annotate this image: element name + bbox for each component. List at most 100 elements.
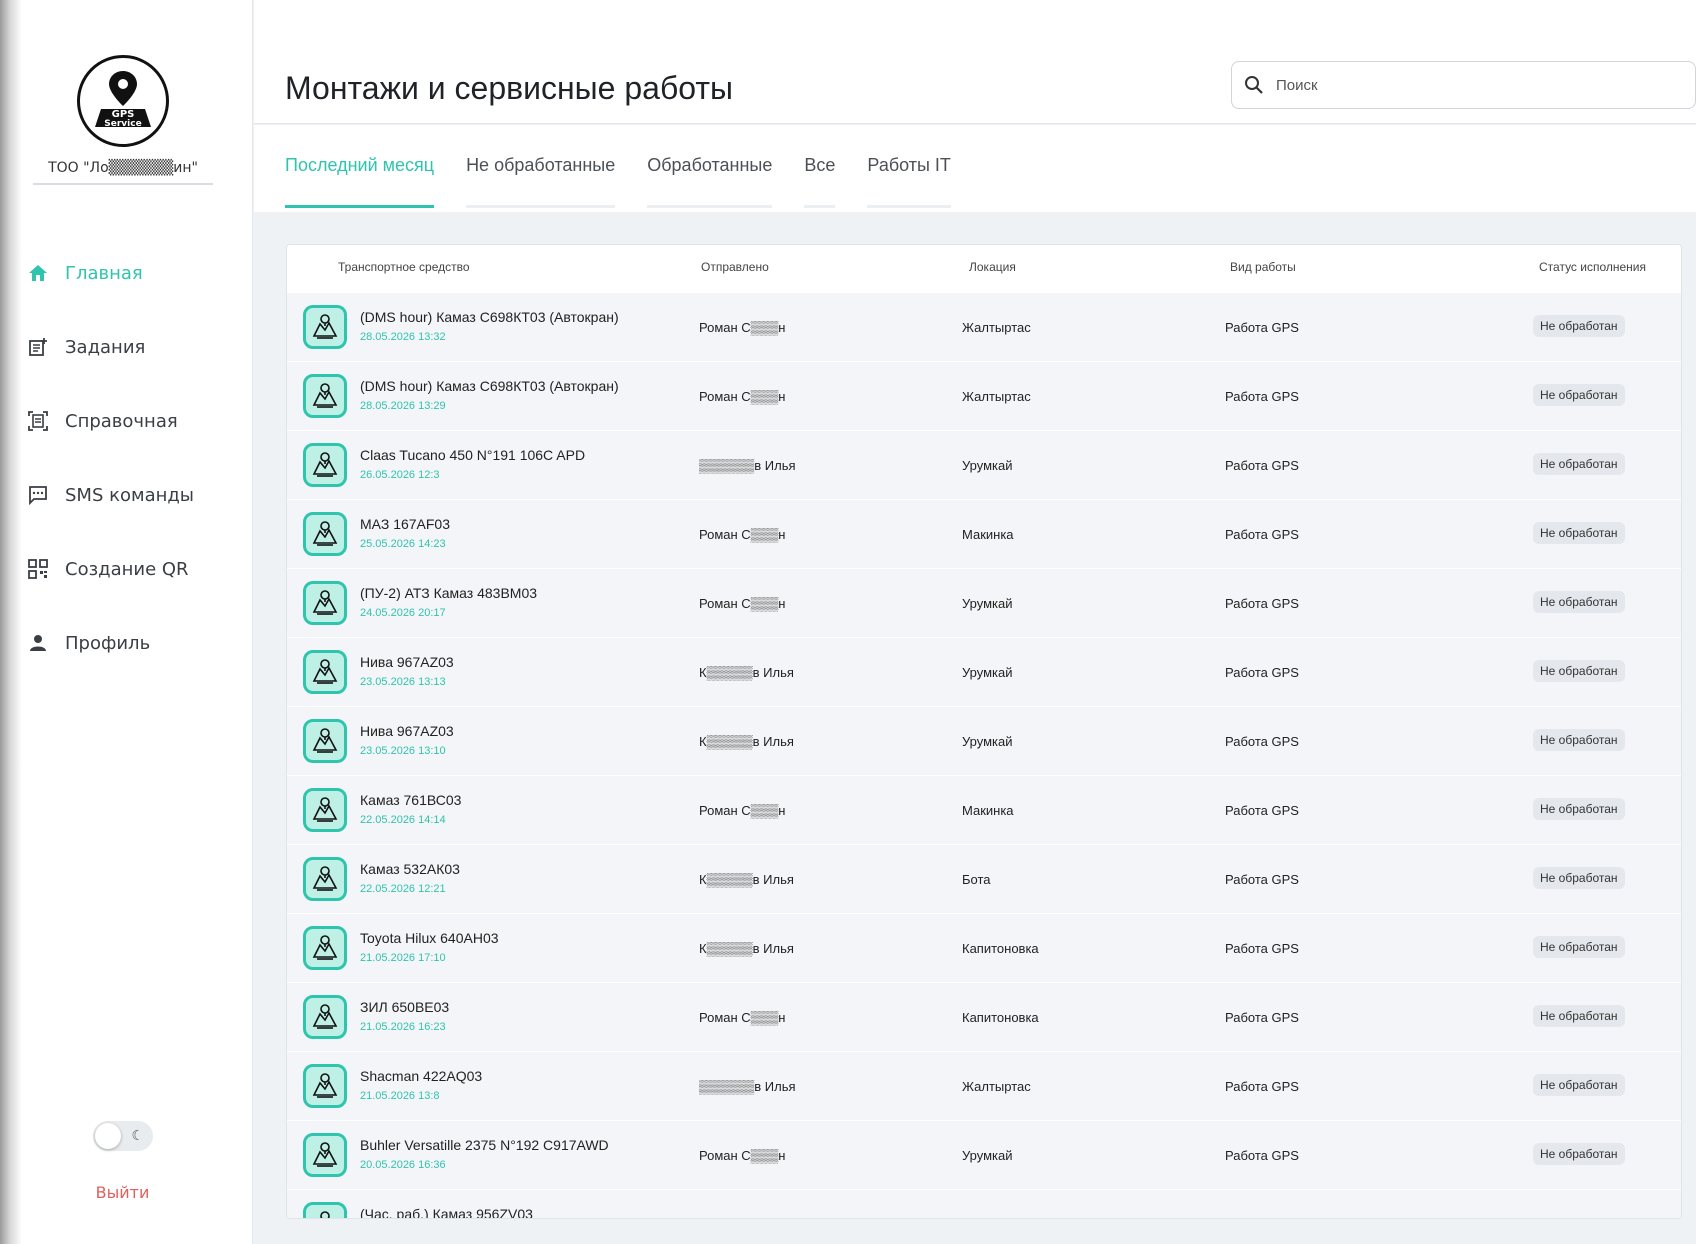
work-type: Работа GPS bbox=[1225, 803, 1299, 818]
sidebar-item-sms[interactable]: SMS команды bbox=[0, 458, 253, 532]
page-title: Монтажи и сервисные работы bbox=[285, 70, 734, 106]
location: Урумкай bbox=[962, 1148, 1013, 1163]
sidebar-item-home[interactable]: Главная bbox=[0, 236, 253, 310]
tab-unprocessed[interactable]: Не обработанные bbox=[466, 155, 616, 208]
vehicle-date: 21.05.2026 16:23 bbox=[360, 1021, 446, 1033]
table-row[interactable]: МАЗ 167AF03 25.05.2026 14:23 Роман С▒▒▒н Ма… bbox=[287, 499, 1681, 568]
vehicle-map-icon bbox=[303, 581, 347, 625]
table-row[interactable]: (DMS hour) Камаз С698КТ03 (Автокран) 28.0… bbox=[287, 361, 1681, 430]
vehicle-name: МАЗ 167AF03 bbox=[360, 516, 451, 532]
status-badge: Не обработан bbox=[1533, 798, 1625, 820]
sender-name: Роман С▒▒▒н bbox=[699, 389, 786, 404]
page-header: Монтажи и сервисные работы bbox=[254, 0, 1696, 124]
column-header-vehicle[interactable]: Транспортное средство bbox=[338, 260, 470, 274]
work-type: Работа GPS bbox=[1225, 320, 1299, 335]
column-header-sent[interactable]: Отправлено bbox=[701, 260, 769, 274]
table-row[interactable]: Камаз 532АК03 22.05.2026 12:21 К▒▒▒▒▒в Иль… bbox=[287, 844, 1681, 913]
vehicle-name: (DMS hour) Камаз С698КТ03 (Автокран) bbox=[360, 309, 619, 325]
sms-icon bbox=[27, 484, 49, 506]
work-type: Работа GPS bbox=[1225, 1148, 1299, 1163]
status-badge: Не обработан bbox=[1533, 453, 1625, 475]
vehicle-date: 21.05.2026 17:10 bbox=[360, 952, 446, 964]
work-type: Работа GPS bbox=[1225, 389, 1299, 404]
table-row[interactable]: (ПУ-2) АТЗ Камаз 483ВМ03 24.05.2026 20:17… bbox=[287, 568, 1681, 637]
table-row[interactable]: Buhler Versatille 2375 N°192 C917AWD 20.0… bbox=[287, 1120, 1681, 1189]
vehicle-name: (ПУ-2) АТЗ Камаз 483ВМ03 bbox=[360, 585, 538, 601]
sender-name: Роман С▒▒▒н bbox=[699, 1148, 786, 1163]
table-row[interactable]: Shacman 422AQ03 21.05.2026 13:8 ▒▒▒▒▒▒в Ил… bbox=[287, 1051, 1681, 1120]
vehicle-map-icon bbox=[303, 443, 347, 487]
status-badge: Не обработан bbox=[1533, 936, 1625, 958]
tasks-icon bbox=[27, 336, 49, 358]
location: Капитоновка bbox=[962, 1010, 1039, 1025]
table-row[interactable]: Камаз 761ВС03 22.05.2026 14:14 Роман С▒▒▒н… bbox=[287, 775, 1681, 844]
home-icon bbox=[27, 262, 49, 284]
vehicle-name: Камаз 532АК03 bbox=[360, 861, 460, 877]
sidebar-item-qr[interactable]: Создание QR bbox=[0, 532, 253, 606]
sender-name: Роман С▒▒▒н bbox=[699, 527, 786, 542]
location: Урумкай bbox=[962, 596, 1013, 611]
vehicle-name: Buhler Versatille 2375 N°192 C917AWD bbox=[360, 1137, 609, 1153]
status-badge: Не обработан bbox=[1533, 729, 1625, 751]
sidebar-item-tasks[interactable]: Задания bbox=[0, 310, 253, 384]
company-name: ТОО "Ло▒▒▒▒▒▒ин" bbox=[48, 160, 198, 176]
sidebar-item-label: Задания bbox=[65, 336, 146, 358]
search-icon bbox=[1245, 76, 1263, 94]
sidebar-item-reference[interactable]: Справочная bbox=[0, 384, 253, 458]
sidebar-item-label: Создание QR bbox=[65, 558, 189, 580]
table-row[interactable]: Toyota Hilux 640AH03 21.05.2026 17:10 К▒▒▒… bbox=[287, 913, 1681, 982]
vehicle-date: 26.05.2026 12:3 bbox=[360, 469, 440, 481]
logout-link[interactable]: Выйти bbox=[0, 1183, 245, 1202]
svg-text:Service: Service bbox=[104, 119, 141, 129]
work-type: Работа GPS bbox=[1225, 941, 1299, 956]
column-header-status[interactable]: Статус исполнения bbox=[1539, 260, 1646, 274]
gps-service-logo[interactable]: GPS Service bbox=[77, 55, 169, 147]
vehicle-name: (DMS hour) Камаз С698КТ03 (Автокран) bbox=[360, 378, 619, 394]
location: Жалтыртас bbox=[962, 389, 1031, 404]
vehicle-map-icon bbox=[303, 374, 347, 418]
location: Урумкай bbox=[962, 665, 1013, 680]
tab-it-works[interactable]: Работы IT bbox=[867, 155, 951, 208]
table-row[interactable]: Claas Tucano 450 N°191 106C APD 26.05.202… bbox=[287, 430, 1681, 499]
moon-icon: ☾ bbox=[131, 1128, 144, 1144]
reference-icon bbox=[27, 410, 49, 432]
status-badge: Не обработан bbox=[1533, 1005, 1625, 1027]
sender-name: Роман С▒▒▒н bbox=[699, 1010, 786, 1025]
sidebar: GPS Service ТОО "Ло▒▒▒▒▒▒ин" Главная Зад… bbox=[0, 0, 253, 1244]
vehicle-name: Нива 967AZ03 bbox=[360, 654, 454, 670]
table-body: (DMS hour) Камаз С698КТ03 (Автокран) 28.0… bbox=[287, 292, 1681, 1218]
search-input[interactable] bbox=[1276, 76, 1656, 94]
sidebar-item-profile[interactable]: Профиль bbox=[0, 606, 253, 680]
sender-name: К▒▒▒▒▒в Илья bbox=[699, 941, 794, 956]
work-type: Работа GPS bbox=[1225, 734, 1299, 749]
sender-name: К▒▒▒▒▒в Илья bbox=[699, 734, 794, 749]
column-header-location[interactable]: Локация bbox=[969, 260, 1016, 274]
vehicle-map-icon bbox=[303, 1202, 347, 1218]
sidebar-nav: Главная Задания Справочная SMS команды С… bbox=[0, 236, 253, 680]
work-type: Работа GPS bbox=[1225, 872, 1299, 887]
vehicle-date: 21.05.2026 13:8 bbox=[360, 1090, 440, 1102]
tab-last-month[interactable]: Последний месяц bbox=[285, 155, 435, 208]
table-row[interactable]: Нива 967AZ03 23.05.2026 13:13 К▒▒▒▒▒в Илья… bbox=[287, 637, 1681, 706]
vehicle-date: 20.05.2026 16:36 bbox=[360, 1159, 446, 1171]
table-row[interactable]: (DMS hour) Камаз С698КТ03 (Автокран) 28.0… bbox=[287, 292, 1681, 361]
table-row[interactable]: (Час. раб.) Камаз 956ZV03 bbox=[287, 1189, 1681, 1218]
tab-all[interactable]: Все bbox=[804, 155, 836, 208]
location: Бота bbox=[962, 872, 991, 887]
theme-toggle[interactable]: ☾ bbox=[93, 1121, 153, 1151]
sidebar-item-label: Профиль bbox=[65, 632, 151, 654]
vehicle-date: 24.05.2026 20:17 bbox=[360, 607, 446, 619]
table-row[interactable]: Нива 967AZ03 23.05.2026 13:10 К▒▒▒▒▒в Илья… bbox=[287, 706, 1681, 775]
sidebar-item-label: Справочная bbox=[65, 410, 178, 432]
company-divider bbox=[33, 183, 213, 185]
location: Жалтыртас bbox=[962, 320, 1031, 335]
vehicle-map-icon bbox=[303, 926, 347, 970]
tab-processed[interactable]: Обработанные bbox=[647, 155, 773, 208]
table-row[interactable]: ЗИЛ 650ВЕ03 21.05.2026 16:23 Роман С▒▒▒н Ка… bbox=[287, 982, 1681, 1051]
column-header-work-type[interactable]: Вид работы bbox=[1230, 260, 1296, 274]
vehicle-map-icon bbox=[303, 512, 347, 556]
location: Макинка bbox=[962, 527, 1014, 542]
work-type: Работа GPS bbox=[1225, 527, 1299, 542]
search-box[interactable] bbox=[1231, 61, 1696, 109]
vehicle-map-icon bbox=[303, 857, 347, 901]
